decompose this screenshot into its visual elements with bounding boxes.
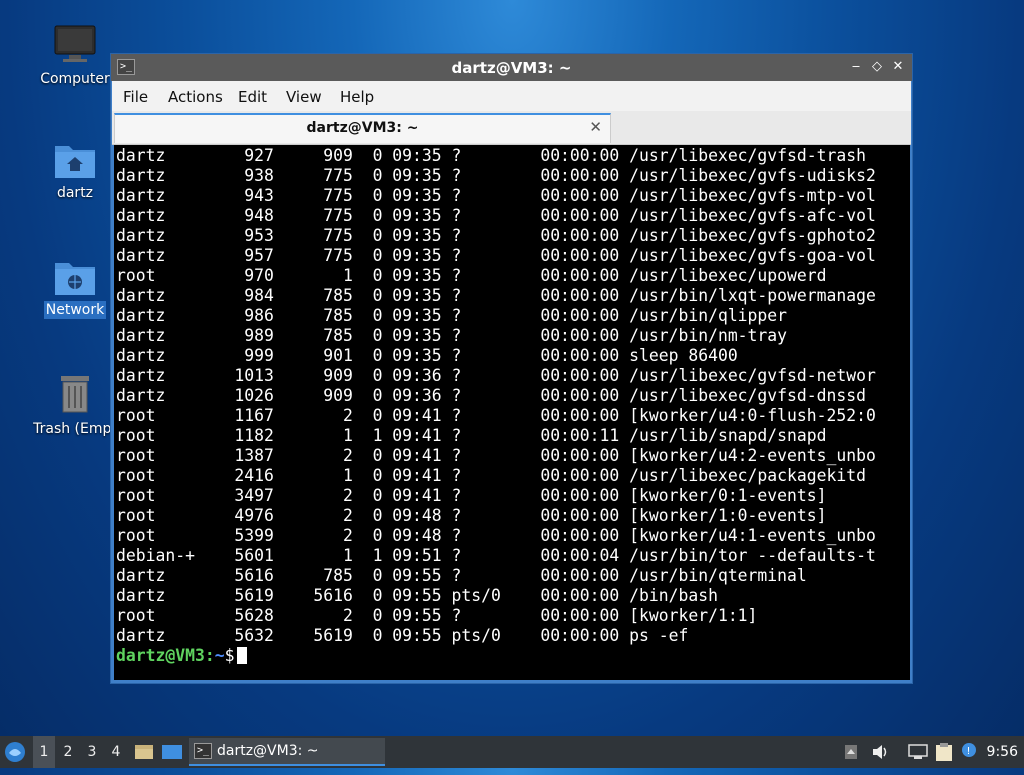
desktop-icon-label: Trash (Empt — [33, 421, 117, 437]
desktop-icon — [162, 745, 182, 759]
prompt-separator: : — [204, 646, 215, 665]
lxqt-logo-icon — [5, 742, 25, 762]
prompt-path: ~ — [214, 646, 225, 665]
terminal-task-icon: >_ — [194, 743, 212, 759]
menu-help[interactable]: Help — [340, 88, 374, 106]
terminal-line: root 1387 2 0 09:41 ? 00:00:00 [kworker/… — [116, 446, 876, 465]
shell-prompt[interactable]: dartz@VM3:~$ — [116, 646, 876, 666]
prompt-end: $ — [224, 646, 235, 665]
terminal-line: debian-+ 5601 1 1 09:51 ? 00:00:04 /usr/… — [116, 546, 876, 565]
tab-label: dartz@VM3: ~ — [306, 120, 419, 136]
terminal-lines: dartz 927 909 0 09:35 ? 00:00:00 /usr/li… — [116, 146, 876, 666]
terminal-line: root 4976 2 0 09:48 ? 00:00:00 [kworker/… — [116, 506, 827, 525]
window-title: dartz@VM3: ~ — [451, 59, 572, 77]
menu-view[interactable]: View — [286, 88, 322, 106]
terminal-line: dartz 957 775 0 09:35 ? 00:00:00 /usr/li… — [116, 246, 876, 265]
terminal-line: dartz 5616 785 0 09:55 ? 00:00:00 /usr/b… — [116, 566, 807, 585]
menu-bar: File Actions Edit View Help — [112, 81, 911, 111]
svg-text:!: ! — [967, 746, 971, 757]
menu-edit[interactable]: Edit — [238, 88, 267, 106]
terminal-line: dartz 943 775 0 09:35 ? 00:00:00 /usr/li… — [116, 186, 876, 205]
terminal-line: root 1182 1 1 09:41 ? 00:00:11 /usr/lib/… — [116, 426, 827, 445]
clock[interactable]: 9:56 — [987, 736, 1018, 768]
terminal-line: dartz 989 785 0 09:35 ? 00:00:00 /usr/bi… — [116, 326, 788, 345]
terminal-line: root 2416 1 0 09:41 ? 00:00:00 /usr/libe… — [116, 466, 866, 485]
file-manager-launcher[interactable] — [134, 736, 156, 768]
tray-up-arrow-icon[interactable] — [844, 736, 860, 768]
terminal-line: dartz 938 775 0 09:35 ? 00:00:00 /usr/li… — [116, 166, 876, 185]
terminal-line: root 5399 2 0 09:48 ? 00:00:00 [kworker/… — [116, 526, 876, 545]
desktop-icon-label: Network — [43, 301, 107, 319]
show-desktop-button[interactable] — [161, 736, 185, 768]
network-folder-icon — [55, 263, 95, 295]
terminal-line: dartz 1013 909 0 09:36 ? 00:00:00 /usr/l… — [116, 366, 876, 385]
terminal-line: dartz 986 785 0 09:35 ? 00:00:00 /usr/bi… — [116, 306, 788, 325]
window-titlebar[interactable]: >_ dartz@VM3: ~ ‒ ◇ ✕ — [111, 54, 912, 81]
tab-bar: dartz@VM3: ~ ✕ — [112, 111, 911, 145]
terminal-line: root 970 1 0 09:35 ? 00:00:00 /usr/libex… — [116, 266, 827, 285]
menu-file[interactable]: File — [123, 88, 148, 106]
desktop-icon-label: dartz — [56, 185, 94, 201]
terminal-line: root 5628 2 0 09:55 ? 00:00:00 [kworker/… — [116, 606, 758, 625]
terminal-output[interactable]: dartz 927 909 0 09:35 ? 00:00:00 /usr/li… — [114, 145, 910, 680]
terminal-line: dartz 999 901 0 09:35 ? 00:00:00 sleep 8… — [116, 346, 738, 365]
text-cursor — [237, 647, 248, 664]
tray-clipboard-icon[interactable] — [935, 736, 955, 768]
terminal-window: >_ dartz@VM3: ~ ‒ ◇ ✕ File Actions Edit … — [110, 53, 913, 684]
tray-network-icon[interactable] — [908, 736, 928, 768]
terminal-line: dartz 984 785 0 09:35 ? 00:00:00 /usr/bi… — [116, 286, 876, 305]
terminal-line: root 1167 2 0 09:41 ? 00:00:00 [kworker/… — [116, 406, 876, 425]
start-menu-button[interactable] — [4, 736, 30, 768]
task-button-terminal[interactable]: >_ dartz@VM3: ~ — [189, 738, 385, 766]
tab-close-icon[interactable]: ✕ — [589, 118, 602, 136]
task-label: dartz@VM3: ~ — [217, 743, 319, 759]
tray-notification-icon[interactable]: ! — [961, 736, 981, 768]
workspace-3[interactable]: 3 — [81, 736, 103, 768]
tab-terminal[interactable]: dartz@VM3: ~ ✕ — [114, 113, 611, 143]
terminal-line: dartz 927 909 0 09:35 ? 00:00:00 /usr/li… — [116, 146, 866, 165]
tray-volume-icon[interactable] — [872, 736, 890, 768]
workspace-2[interactable]: 2 — [57, 736, 79, 768]
taskbar: 1 2 3 4 >_ dartz@VM3: ~ ! 9:56 — [0, 736, 1024, 768]
terminal-line: root 3497 2 0 09:41 ? 00:00:00 [kworker/… — [116, 486, 827, 505]
minimize-button[interactable]: ‒ — [847, 58, 865, 76]
maximize-button[interactable]: ◇ — [868, 58, 886, 76]
prompt-user: dartz@VM3 — [116, 646, 205, 665]
close-button[interactable]: ✕ — [889, 58, 907, 76]
terminal-line: dartz 1026 909 0 09:36 ? 00:00:00 /usr/l… — [116, 386, 866, 405]
terminal-line: dartz 5632 5619 0 09:55 pts/0 00:00:00 p… — [116, 626, 689, 645]
terminal-line: dartz 5619 5616 0 09:55 pts/0 00:00:00 /… — [116, 586, 718, 605]
file-manager-icon — [135, 745, 153, 759]
desktop-icon-label: Computer — [40, 71, 110, 87]
workspace-1[interactable]: 1 — [33, 736, 55, 768]
terminal-line: dartz 948 775 0 09:35 ? 00:00:00 /usr/li… — [116, 206, 876, 225]
home-folder-icon — [55, 146, 95, 178]
trash-icon — [61, 376, 89, 413]
menu-actions[interactable]: Actions — [168, 88, 223, 106]
computer-icon — [54, 25, 96, 62]
workspace-4[interactable]: 4 — [105, 736, 127, 768]
terminal-line: dartz 953 775 0 09:35 ? 00:00:00 /usr/li… — [116, 226, 876, 245]
